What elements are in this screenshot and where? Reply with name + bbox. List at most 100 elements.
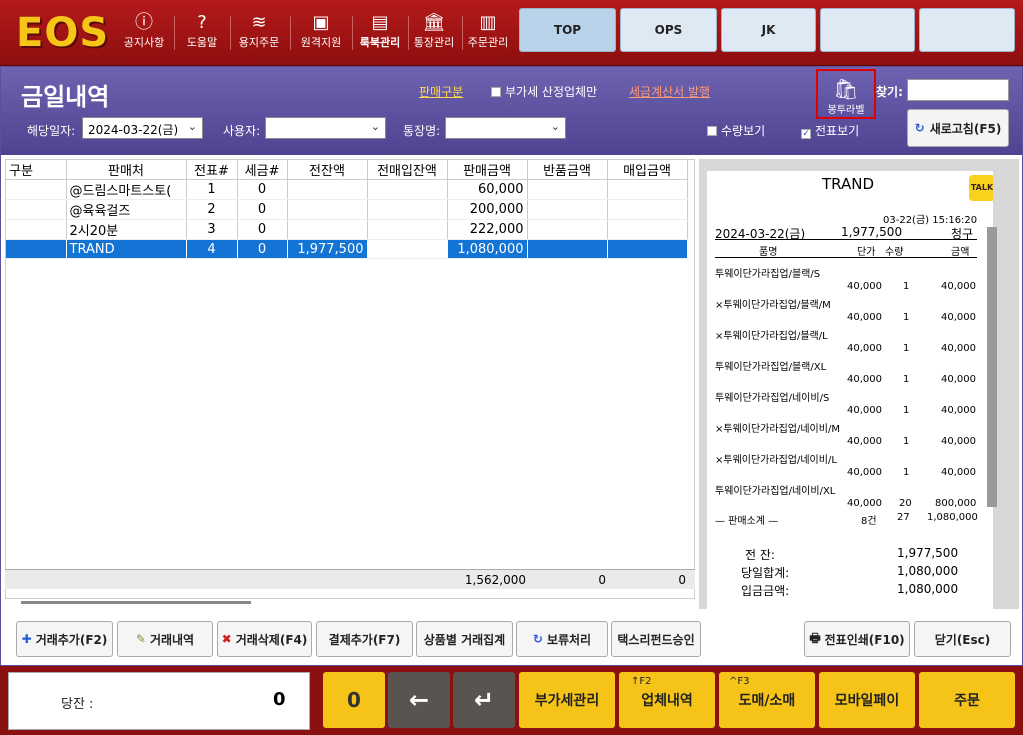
item-amount: 800,000: [935, 498, 977, 509]
delete-transaction-button[interactable]: ✖ 거래삭제(F4): [217, 621, 312, 657]
nav-notice-button[interactable]: ⓘ 공지사항: [120, 12, 168, 58]
cell-slip-no: 3: [186, 219, 238, 240]
order-key[interactable]: 주문: [919, 672, 1015, 728]
date-select[interactable]: 2024-03-22(금) ⌄: [82, 117, 203, 139]
col-prev-purchase-balance[interactable]: 전매입잔액: [367, 160, 448, 180]
col-slip-no[interactable]: 전표#: [186, 160, 238, 180]
cell-seller: @육육걸즈: [66, 199, 187, 220]
tab-ops[interactable]: OPS: [620, 8, 717, 52]
label-button-text: 봉투라벨: [827, 105, 865, 116]
print-slip-button[interactable]: 🖶 전표인쇄(F10): [804, 621, 910, 657]
item-name: 투웨이단가라집업/블랙/S: [715, 269, 821, 280]
table-row-selected[interactable]: TRAND 4 0 1,977,500 1,080,000: [6, 239, 688, 259]
add-transaction-button[interactable]: ✚ 거래추가(F2): [16, 621, 113, 657]
kakaotalk-icon[interactable]: TALK: [969, 175, 993, 201]
cell-slip-no: 1: [186, 179, 238, 200]
button-label: 보류처리: [546, 632, 592, 647]
hold-button[interactable]: ↻ 보류처리: [516, 621, 608, 657]
account-label: 통장명:: [403, 124, 441, 138]
table-row[interactable]: 2시20분 3 0 222,000: [6, 219, 688, 240]
item-price: 40,000: [847, 405, 882, 416]
nav-paper-order-button[interactable]: ≋ 용지주문: [234, 12, 284, 58]
col-tax-no[interactable]: 세금#: [237, 160, 288, 180]
qty-view-checkbox[interactable]: 수량보기: [707, 122, 765, 139]
dialog-header: 금일내역 판매구분 부가세 산정업체만 세금계산서 발행 🛍 봉투라벨 찾기: …: [1, 67, 1022, 155]
checkbox-checked[interactable]: ✓: [801, 129, 811, 139]
close-button[interactable]: 닫기(Esc): [914, 621, 1011, 657]
cell-sales: 1,080,000: [447, 239, 528, 259]
tab-top[interactable]: TOP: [519, 8, 616, 52]
checkbox-box[interactable]: [491, 87, 501, 97]
item-amount: 40,000: [941, 343, 976, 354]
cell-type: [6, 219, 67, 240]
col-prev-balance[interactable]: 전잔액: [287, 160, 368, 180]
add-payment-button[interactable]: 결제추가(F7): [316, 621, 413, 657]
item-amount: 40,000: [941, 405, 976, 416]
col-purchase[interactable]: 매입금액: [607, 160, 688, 180]
tab-jk[interactable]: JK: [721, 8, 816, 52]
balance-label: 당잔 :: [61, 697, 94, 712]
divider: [290, 16, 291, 50]
nav-bank-button[interactable]: 🏛 통장관리: [410, 12, 458, 58]
cell-type: [6, 179, 67, 200]
table-row[interactable]: @육육걸즈 2 0 200,000: [6, 199, 688, 220]
key-label: 도매/소매: [738, 693, 796, 709]
transaction-history-button[interactable]: ✎ 거래내역: [117, 621, 213, 657]
divider: [230, 16, 231, 50]
tax-refund-approve-button[interactable]: 택스리펀드승인: [611, 621, 701, 657]
nav-label: 용지주문: [238, 36, 280, 49]
enter-key[interactable]: ↵: [453, 672, 515, 728]
cell-tax-no: 0: [237, 239, 288, 259]
item-qty: 1: [903, 405, 910, 416]
refresh-button[interactable]: ↻ 새로고침(F5): [907, 109, 1009, 147]
receipt-store: TRAND: [821, 175, 874, 193]
tab-empty-2[interactable]: [919, 8, 1015, 52]
search-label: 찾기:: [876, 85, 903, 99]
nav-remote-button[interactable]: ▣ 원격지원: [296, 12, 346, 58]
item-name: ×투웨이단가라집업/네이비/L: [715, 455, 837, 466]
cell-purchase: [607, 179, 688, 200]
horizontal-scrollbar[interactable]: [21, 601, 251, 604]
wholesale-retail-key[interactable]: ^F3 도매/소매: [719, 672, 815, 728]
receipt-amount: 1,977,500: [841, 225, 903, 239]
delete-x-icon: ✖: [221, 632, 232, 646]
slip-view-checkbox[interactable]: ✓ 전표보기: [801, 122, 859, 139]
checkbox-box[interactable]: [707, 126, 717, 136]
mobile-pay-key[interactable]: 모바일페이: [819, 672, 915, 728]
vendor-history-key[interactable]: ↑F2 업체내역: [619, 672, 715, 728]
product-summary-button[interactable]: 상품별 거래집계: [416, 621, 513, 657]
account-select[interactable]: ⌄: [445, 117, 566, 139]
col-sales[interactable]: 판매금액: [447, 160, 528, 180]
button-label: 전표인쇄(F10): [824, 632, 905, 647]
cell-sales: 60,000: [447, 179, 528, 200]
col-returns[interactable]: 반품금액: [527, 160, 608, 180]
key-zero[interactable]: 0: [323, 672, 385, 728]
user-label: 사용자:: [223, 124, 261, 138]
cell-returns: [527, 179, 608, 200]
col-type[interactable]: 구분: [6, 160, 67, 180]
backspace-key[interactable]: ←: [388, 672, 450, 728]
cell-tax-no: 0: [237, 219, 288, 240]
totals-row: 1,562,000 0 0: [5, 569, 695, 589]
refresh-icon: ↻: [532, 632, 543, 646]
nav-lookbook-button[interactable]: ▤ 룩북관리: [356, 12, 404, 58]
paper-icon: ≋: [251, 12, 267, 33]
search-input[interactable]: [907, 79, 1009, 101]
receipt-scrollbar[interactable]: [987, 227, 997, 507]
vat-management-key[interactable]: 부가세관리: [519, 672, 615, 728]
cell-returns: [527, 199, 608, 220]
pencil-icon: ✎: [135, 632, 146, 646]
nav-help-button[interactable]: ? 도움말: [180, 12, 224, 58]
col-seller[interactable]: 판매처: [66, 160, 187, 180]
nav-order-button[interactable]: ▥ 주문관리: [464, 12, 512, 58]
vat-only-checkbox[interactable]: 부가세 산정업체만: [491, 83, 597, 100]
table-row[interactable]: @드림스마트스토( 1 0 60,000: [6, 179, 688, 200]
tax-invoice-link[interactable]: 세금계산서 발행: [629, 83, 710, 100]
help-icon: ?: [197, 12, 207, 33]
envelope-label-button[interactable]: 🛍 봉투라벨: [816, 69, 876, 119]
cell-returns: [527, 239, 608, 259]
tab-empty-1[interactable]: [820, 8, 915, 52]
table-header-row: 구분 판매처 전표# 세금# 전잔액 전매입잔액 판매금액 반품금액 매입금액: [6, 160, 688, 180]
sales-type-link[interactable]: 판매구분: [419, 83, 463, 100]
user-select[interactable]: ⌄: [265, 117, 386, 139]
